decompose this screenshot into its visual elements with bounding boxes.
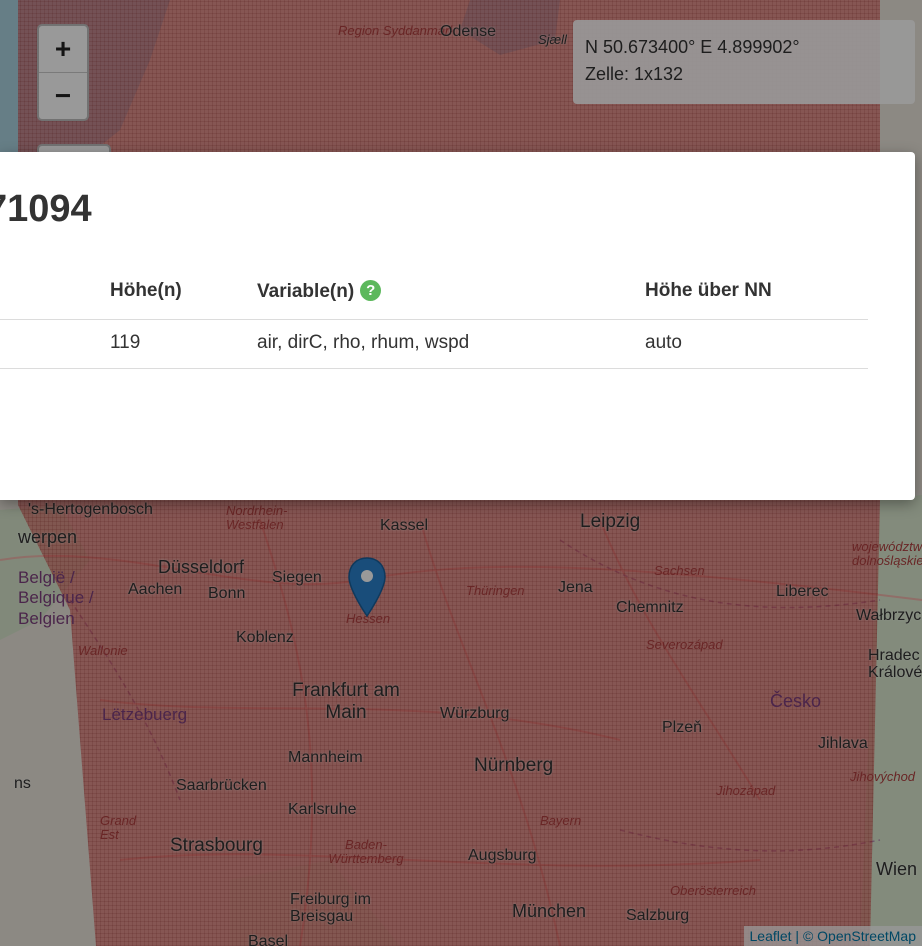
table-cell-hoehe: 119 [110,332,141,353]
table-cell-hoehe-nn: auto [645,332,682,353]
column-header-hoehe: Höhe(n) [110,280,182,301]
column-header-variable: Variable(n)? [257,280,382,303]
table-cell-variables: air, dirC, rho, rhum, wspd [257,332,470,353]
column-header-variable-label: Variable(n) [257,281,355,302]
help-icon[interactable]: ? [360,280,382,301]
modal-title: 71094 [0,188,92,230]
station-modal: 71094 [0,152,915,500]
column-header-hoehe-nn: Höhe über NN [645,280,772,301]
table-row-divider [0,368,868,369]
table-header-divider [0,319,868,320]
